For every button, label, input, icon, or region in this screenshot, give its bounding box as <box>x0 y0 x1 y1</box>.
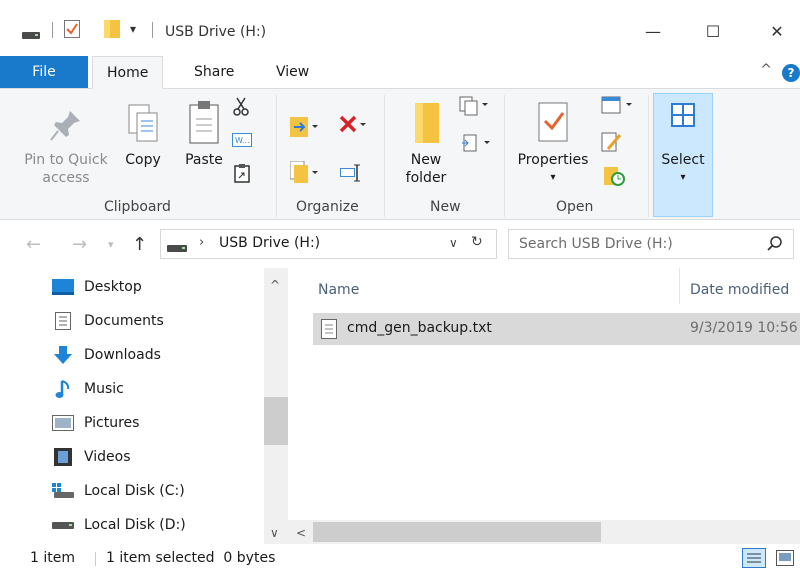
ribbon-tab-bar: File Home Share View ^ ? <box>0 56 800 89</box>
item-count: 1 item <box>30 550 75 566</box>
scroll-left-icon[interactable]: < <box>296 526 306 540</box>
column-header-date-modified[interactable]: Date modified <box>690 282 789 298</box>
minimize-button[interactable]: — <box>630 16 676 46</box>
nav-item-downloads[interactable]: Downloads <box>52 340 161 370</box>
drive-icon <box>167 241 187 257</box>
new-folder-icon <box>396 99 456 151</box>
column-header-name[interactable]: Name <box>318 282 359 298</box>
videos-icon <box>52 448 74 466</box>
address-bar[interactable]: › USB Drive (H:) ∨ ↻ <box>160 229 497 259</box>
status-bar: 1 item 1 item selected 0 bytes <box>0 544 800 570</box>
paste-shortcut-icon[interactable] <box>234 163 250 187</box>
properties-dropdown-icon[interactable]: ▾ <box>512 169 594 187</box>
properties-button[interactable]: Properties ▾ <box>512 101 594 187</box>
scroll-down-icon[interactable]: ∨ <box>270 526 279 540</box>
move-to-icon[interactable] <box>290 115 318 143</box>
group-label-open: Open <box>556 199 594 215</box>
navigation-pane-scroll-thumb[interactable] <box>264 397 288 445</box>
copy-path-icon[interactable]: W... <box>232 133 252 151</box>
breadcrumb[interactable]: USB Drive (H:) <box>219 235 320 251</box>
properties-icon <box>512 101 594 151</box>
file-list-scroll-thumb[interactable] <box>313 522 601 542</box>
tab-view[interactable]: View <box>262 56 323 89</box>
address-dropdown-icon[interactable]: ∨ <box>449 236 458 250</box>
breadcrumb-chevron-icon[interactable]: › <box>199 235 204 250</box>
tab-home[interactable]: Home <box>92 56 164 89</box>
music-icon <box>52 380 74 398</box>
window-title: USB Drive (H:) <box>165 24 267 40</box>
pictures-icon <box>52 414 74 432</box>
new-folder-quick-icon[interactable] <box>104 20 120 42</box>
file-name: cmd_gen_backup.txt <box>347 320 492 336</box>
pin-icon <box>18 107 114 151</box>
close-button[interactable]: ✕ <box>754 16 800 46</box>
search-input[interactable] <box>519 233 759 255</box>
navigation-pane: Desktop Documents Downloads Music Pictur… <box>0 268 288 544</box>
nav-item-desktop[interactable]: Desktop <box>52 272 142 302</box>
nav-item-videos[interactable]: Videos <box>52 442 131 472</box>
cut-icon[interactable] <box>232 97 250 121</box>
properties-quick-icon[interactable] <box>64 20 80 42</box>
select-button[interactable]: Select ▾ <box>653 103 713 187</box>
delete-icon[interactable] <box>338 113 366 141</box>
edit-icon[interactable] <box>600 131 622 157</box>
search-icon[interactable] <box>767 235 783 255</box>
drive-icon[interactable] <box>22 28 40 44</box>
group-label-new: New <box>430 199 461 215</box>
large-icons-view-icon[interactable] <box>776 550 794 570</box>
table-row[interactable]: cmd_gen_backup.txt 9/3/2019 10:56 <box>313 313 800 345</box>
back-icon[interactable]: ← <box>26 234 41 255</box>
text-file-icon <box>321 319 337 343</box>
new-folder-button[interactable]: New folder <box>396 99 456 187</box>
select-dropdown-icon[interactable]: ▾ <box>653 169 713 187</box>
history-icon[interactable] <box>602 165 626 191</box>
recent-locations-icon[interactable]: ▾ <box>108 238 114 251</box>
group-label-organize: Organize <box>296 199 359 215</box>
selection-status: 1 item selected 0 bytes <box>106 550 276 566</box>
copy-to-icon[interactable] <box>289 160 318 189</box>
svg-text:W...: W... <box>235 136 250 145</box>
copy-button[interactable]: Copy <box>120 103 166 169</box>
up-icon[interactable]: ↑ <box>132 234 147 255</box>
open-icon[interactable] <box>600 95 632 121</box>
customize-quick-access-icon[interactable]: ▾ <box>130 22 136 36</box>
scroll-up-icon[interactable]: ^ <box>270 278 280 292</box>
copy-icon <box>120 103 166 151</box>
group-label-clipboard: Clipboard <box>104 199 171 215</box>
documents-icon <box>52 312 74 330</box>
rename-icon[interactable] <box>340 163 364 187</box>
tab-share[interactable]: Share <box>180 56 248 89</box>
details-view-icon[interactable] <box>742 548 766 568</box>
local-disk-d-icon <box>52 516 74 534</box>
navigation-bar: ← → ▾ ↑ › USB Drive (H:) ∨ ↻ <box>0 220 800 268</box>
ribbon: Pin to Quick access Copy Paste W... Clip… <box>0 88 800 220</box>
select-icon <box>653 103 713 151</box>
help-icon[interactable]: ? <box>782 64 800 82</box>
desktop-icon <box>52 278 74 296</box>
local-disk-c-icon <box>52 482 74 500</box>
tab-file[interactable]: File <box>0 56 88 89</box>
file-list: Name Date modified <box>288 268 800 544</box>
nav-item-pictures[interactable]: Pictures <box>52 408 139 438</box>
file-date-modified: 9/3/2019 10:56 <box>690 320 798 336</box>
nav-item-local-disk-d[interactable]: Local Disk (D:) <box>52 510 186 540</box>
paste-button[interactable]: Paste <box>180 99 228 169</box>
collapse-ribbon-icon[interactable]: ^ <box>760 62 772 78</box>
pin-to-quick-access-button[interactable]: Pin to Quick access <box>18 107 114 187</box>
file-explorer-window: ▾ USB Drive (H:) — ☐ ✕ File Home Share V… <box>0 0 800 570</box>
paste-icon <box>180 99 228 151</box>
column-divider[interactable] <box>679 268 680 304</box>
maximize-button[interactable]: ☐ <box>690 16 736 46</box>
forward-icon[interactable]: → <box>72 234 87 255</box>
nav-item-documents[interactable]: Documents <box>52 306 164 336</box>
downloads-icon <box>52 346 74 364</box>
search-box[interactable] <box>508 229 794 259</box>
easy-access-icon[interactable] <box>460 133 490 159</box>
title-bar: ▾ USB Drive (H:) — ☐ ✕ <box>0 0 800 56</box>
new-item-icon[interactable] <box>458 95 488 121</box>
nav-item-music[interactable]: Music <box>52 374 124 404</box>
refresh-icon[interactable]: ↻ <box>471 234 483 250</box>
nav-item-local-disk-c[interactable]: Local Disk (C:) <box>52 476 185 506</box>
